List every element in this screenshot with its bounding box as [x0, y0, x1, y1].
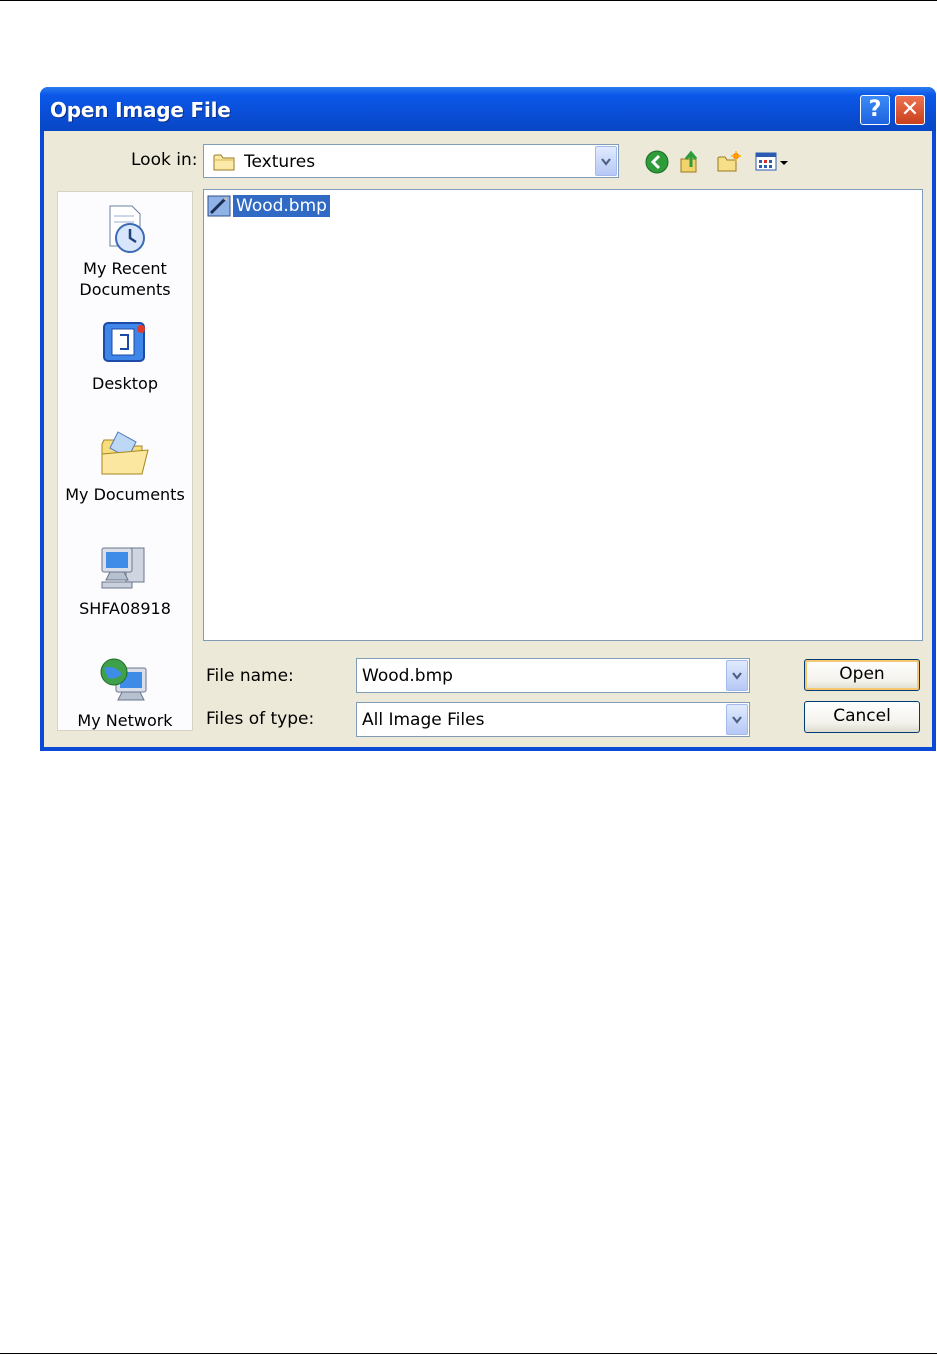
my-documents-icon	[101, 431, 149, 475]
place-label: SHFA08918	[79, 599, 171, 618]
file-name-input[interactable]: Wood.bmp	[362, 666, 453, 686]
place-my-recent-documents[interactable]: My Recent Documents	[58, 202, 192, 300]
place-label: My Documents	[65, 485, 185, 504]
cancel-button[interactable]: Cancel	[804, 701, 920, 733]
file-type-value: All Image Files	[362, 710, 485, 730]
desktop-icon	[103, 322, 145, 362]
dialog-client-area: Look in: Textures My Recent Documents De…	[44, 131, 932, 747]
chevron-down-icon	[732, 672, 742, 680]
page-top-rule	[0, 0, 937, 1]
help-icon: ?	[868, 97, 882, 122]
dialog-title: Open Image File	[50, 98, 231, 122]
help-button[interactable]: ?	[860, 95, 890, 125]
look-in-value: Textures	[244, 152, 316, 172]
look-in-label: Look in:	[131, 150, 198, 170]
file-type-label: Files of type:	[206, 709, 315, 729]
file-list[interactable]: Wood.bmp	[203, 189, 923, 641]
file-type-dropdown-button[interactable]	[726, 704, 748, 735]
place-my-documents[interactable]: My Documents	[58, 428, 192, 505]
place-label: My Network	[77, 711, 173, 730]
place-label: My Recent Documents	[79, 259, 171, 299]
folder-icon	[213, 154, 235, 171]
open-button[interactable]: Open	[804, 659, 920, 691]
place-desktop[interactable]: Desktop	[58, 317, 192, 394]
title-bar[interactable]: Open Image File ? ✕	[40, 87, 936, 131]
view-menu-button[interactable]	[754, 149, 792, 175]
close-icon: ✕	[900, 97, 920, 122]
page-bottom-rule	[0, 1353, 937, 1354]
up-one-level-button[interactable]	[678, 149, 704, 175]
chevron-down-icon	[601, 158, 611, 166]
places-bar: My Recent Documents Desktop My Documents	[57, 191, 193, 731]
place-my-computer[interactable]: SHFA08918	[58, 542, 192, 619]
close-button[interactable]: ✕	[895, 95, 925, 125]
my-network-icon	[100, 658, 147, 701]
back-button[interactable]	[644, 149, 670, 175]
file-name-dropdown-button[interactable]	[726, 660, 748, 691]
file-name: Wood.bmp	[233, 195, 330, 217]
recent-documents-icon	[109, 205, 145, 253]
file-name-label: File name:	[206, 666, 294, 686]
place-label: Desktop	[92, 374, 158, 393]
file-name-combo[interactable]: Wood.bmp	[356, 658, 750, 693]
open-image-file-dialog: Open Image File ? ✕ Look in: Textures My…	[40, 87, 936, 751]
bitmap-file-icon	[207, 195, 231, 217]
place-my-network[interactable]: My Network	[58, 654, 192, 731]
create-new-folder-button[interactable]	[716, 149, 742, 175]
file-type-combo[interactable]: All Image Files	[356, 702, 750, 737]
look-in-combo[interactable]: Textures	[203, 144, 619, 178]
my-computer-icon	[101, 547, 145, 589]
chevron-down-icon	[732, 716, 742, 724]
look-in-dropdown-button[interactable]	[595, 146, 617, 176]
